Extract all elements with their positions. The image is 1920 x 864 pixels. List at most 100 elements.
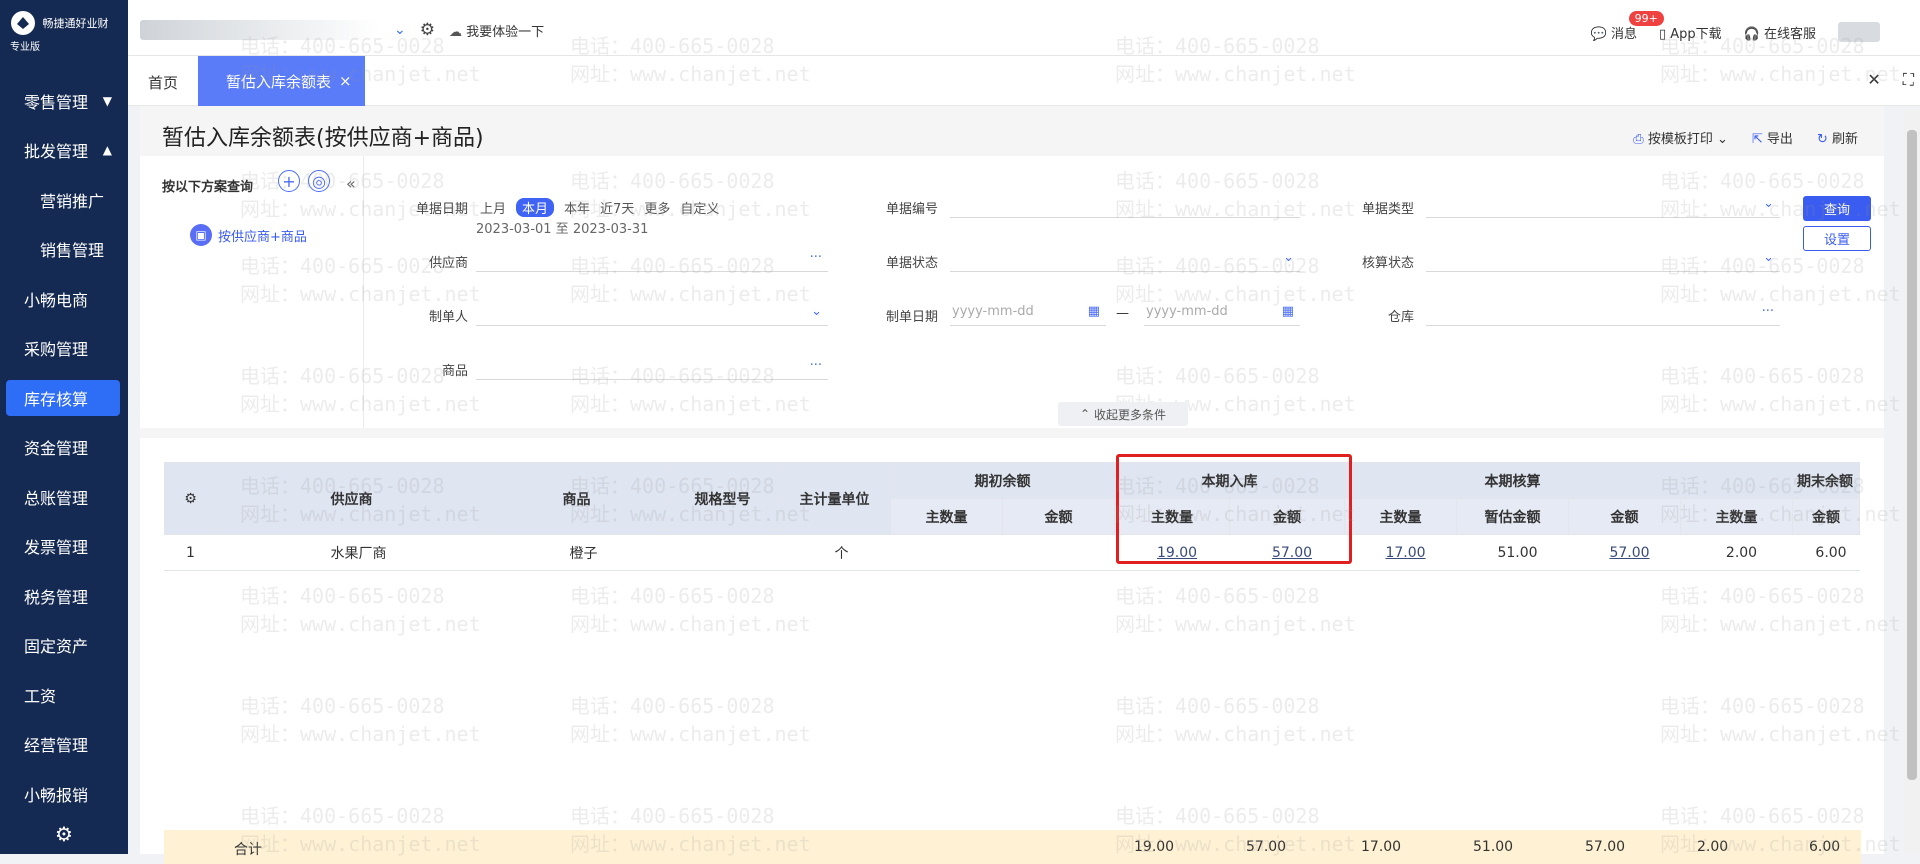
col-opening-qty[interactable]: 主数量	[890, 498, 1003, 535]
sidebar-item-wholesale[interactable]: 批发管理 ▲	[0, 126, 128, 176]
sidebar-item-funds[interactable]: 资金管理	[0, 423, 128, 473]
chevron-down-icon: ▼	[102, 93, 112, 108]
doc-no-input[interactable]	[950, 194, 1300, 218]
sidebar-item-inventory-accounting[interactable]: 库存核算	[0, 373, 128, 423]
sidebar-item-ledger[interactable]: 总账管理	[0, 472, 128, 522]
gear-icon[interactable]: ⚙	[0, 814, 128, 854]
total-accounting-qty: 17.00	[1361, 839, 1402, 855]
filter-panel: 按以下方案查询 + ◎ « ▣ 按供应商+商品 单据日期 上月 本月 本年 近7天…	[140, 156, 1884, 428]
brand-logo[interactable]: 畅捷通好业财 专业版	[0, 0, 128, 56]
gear-icon[interactable]: ⚙	[420, 20, 435, 40]
sidebar-item-label: 采购管理	[24, 340, 89, 360]
experience-link[interactable]: ☁ 我要体验一下	[449, 21, 544, 40]
tab-estimated-balance[interactable]: 暂估入库余额表 ×	[198, 56, 365, 106]
quick-this-year[interactable]: 本年	[564, 198, 590, 217]
col-spec[interactable]: 规格型号	[666, 462, 779, 535]
total-incoming-amount: 57.00	[1246, 839, 1287, 855]
col-unit[interactable]: 主计量单位	[778, 462, 891, 535]
col-closing-qty[interactable]: 主数量	[1680, 498, 1793, 535]
fullscreen-icon[interactable]: ⛶	[1903, 70, 1914, 90]
export-label: 导出	[1766, 132, 1793, 147]
col-opening-amount[interactable]: 金额	[1002, 498, 1115, 535]
make-date-start[interactable]: yyyy-mm-dd ▦	[950, 302, 1106, 326]
sidebar-item-operations[interactable]: 经营管理	[0, 720, 128, 770]
table-area: ⚙ 供应商 商品 规格型号 主计量单位 期初余额 本期入库 本期核算 期末余额 …	[140, 428, 1884, 864]
close-icon[interactable]: ×	[339, 72, 352, 90]
quick-this-month[interactable]: 本月	[516, 198, 555, 217]
chevron-down-icon: ⌄	[811, 304, 822, 319]
vertical-scrollbar[interactable]	[1904, 110, 1920, 854]
plan-item[interactable]: ▣ 按供应商+商品	[190, 224, 307, 246]
collapse-panel-icon[interactable]: «	[346, 174, 356, 193]
sidebar-item-reimburse[interactable]: 小畅报销	[0, 769, 128, 819]
sidebar-item-retail[interactable]: 零售管理 ▼	[0, 76, 128, 126]
make-date-label: 制单日期	[885, 310, 938, 325]
doc-type-select[interactable]: ⌄	[1426, 194, 1780, 218]
calendar-icon[interactable]: ▦	[1282, 304, 1294, 319]
maker-select[interactable]: ⌄	[476, 302, 828, 326]
company-selector[interactable]	[140, 20, 380, 40]
cell-incoming-amount-link[interactable]: 57.00	[1272, 545, 1312, 561]
supplier-input[interactable]: ···	[476, 248, 828, 272]
add-plan-icon[interactable]: +	[278, 170, 300, 192]
query-button[interactable]: 查询	[1803, 196, 1871, 221]
sidebar-item-salary[interactable]: 工资	[0, 670, 128, 720]
phone-icon: ▯	[1658, 26, 1667, 42]
col-group-accounting: 本期核算	[1344, 462, 1681, 499]
table-row[interactable]: 1 水果厂商 橙子 个 19.00 57.00 17.00 51.00 57.0…	[164, 534, 1860, 571]
col-group-closing: 期末余额	[1680, 462, 1860, 499]
messages-button[interactable]: 💬 消息 99+	[1591, 10, 1664, 42]
avatar[interactable]	[1838, 22, 1880, 42]
col-accounting-amount[interactable]: 金额	[1568, 498, 1681, 535]
quick-more[interactable]: 更多	[644, 198, 670, 217]
main-content: 暂估入库余额表(按供应商+商品) ⎙ 按模板打印 ⌄ ⇱ 导出 ↻ 刷新 按以下…	[140, 106, 1884, 864]
col-supplier[interactable]: 供应商	[216, 462, 487, 535]
col-incoming-qty[interactable]: 主数量	[1114, 498, 1230, 535]
service-button[interactable]: 🎧 在线客服	[1744, 23, 1816, 42]
chevron-down-icon[interactable]: ⌄	[1717, 132, 1728, 147]
app-download-button[interactable]: ▯ App下载	[1659, 23, 1722, 42]
sidebar-item-marketing[interactable]: 营销推广	[0, 175, 128, 225]
col-closing-amount[interactable]: 金额	[1792, 498, 1860, 535]
cell-incoming-qty-link[interactable]: 19.00	[1157, 545, 1197, 561]
quick-last-7-days[interactable]: 近7天	[600, 198, 634, 217]
print-button[interactable]: ⎙ 按模板打印 ⌄	[1633, 128, 1728, 147]
acc-status-select[interactable]: ⌄	[1426, 248, 1780, 272]
cell-opening-qty	[890, 534, 1003, 571]
cell-accounting-amount-link[interactable]: 57.00	[1609, 545, 1649, 561]
more-icon[interactable]: ···	[810, 250, 822, 265]
refresh-button[interactable]: ↻ 刷新	[1817, 128, 1858, 147]
total-accounting-amount: 57.00	[1585, 839, 1626, 855]
warehouse-input[interactable]: ···	[1426, 302, 1780, 326]
export-button[interactable]: ⇱ 导出	[1752, 128, 1793, 147]
more-icon[interactable]: ···	[1762, 304, 1774, 319]
doc-status-select[interactable]: ⌄	[950, 248, 1300, 272]
sidebar-item-sales[interactable]: 销售管理	[0, 225, 128, 275]
more-icon[interactable]: ···	[810, 358, 822, 373]
collapse-conditions-button[interactable]: ⌃ 收起更多条件	[1058, 402, 1188, 426]
goods-input[interactable]: ···	[476, 356, 828, 380]
col-accounting-est[interactable]: 暂估金额	[1456, 498, 1569, 535]
col-incoming-amount[interactable]: 金额	[1229, 498, 1345, 535]
column-settings-icon[interactable]: ⚙	[164, 462, 217, 535]
quick-last-month[interactable]: 上月	[480, 198, 506, 217]
chevron-down-icon[interactable]: ⌄	[394, 22, 406, 38]
col-accounting-qty[interactable]: 主数量	[1344, 498, 1457, 535]
sidebar-item-label: 总账管理	[24, 488, 89, 508]
calendar-icon[interactable]: ▦	[1088, 304, 1100, 319]
sidebar-item-ecommerce[interactable]: 小畅电商	[0, 274, 128, 324]
quick-custom[interactable]: 自定义	[680, 198, 719, 217]
sidebar-item-purchase[interactable]: 采购管理	[0, 324, 128, 374]
sidebar-item-tax[interactable]: 税务管理	[0, 571, 128, 621]
cell-accounting-qty-link[interactable]: 17.00	[1385, 545, 1425, 561]
sidebar-item-invoice[interactable]: 发票管理	[0, 522, 128, 572]
sidebar-item-label: 库存核算	[24, 389, 89, 409]
make-date-end[interactable]: yyyy-mm-dd ▦	[1144, 302, 1300, 326]
col-goods[interactable]: 商品	[486, 462, 667, 535]
tab-home[interactable]: 首页	[148, 72, 178, 93]
sidebar-item-fixed-assets[interactable]: 固定资产	[0, 621, 128, 671]
close-all-icon[interactable]: ✕	[1867, 70, 1880, 90]
plan-settings-icon[interactable]: ◎	[308, 170, 330, 192]
settings-button[interactable]: 设置	[1803, 226, 1871, 251]
cell-accounting-est: 51.00	[1456, 534, 1569, 571]
